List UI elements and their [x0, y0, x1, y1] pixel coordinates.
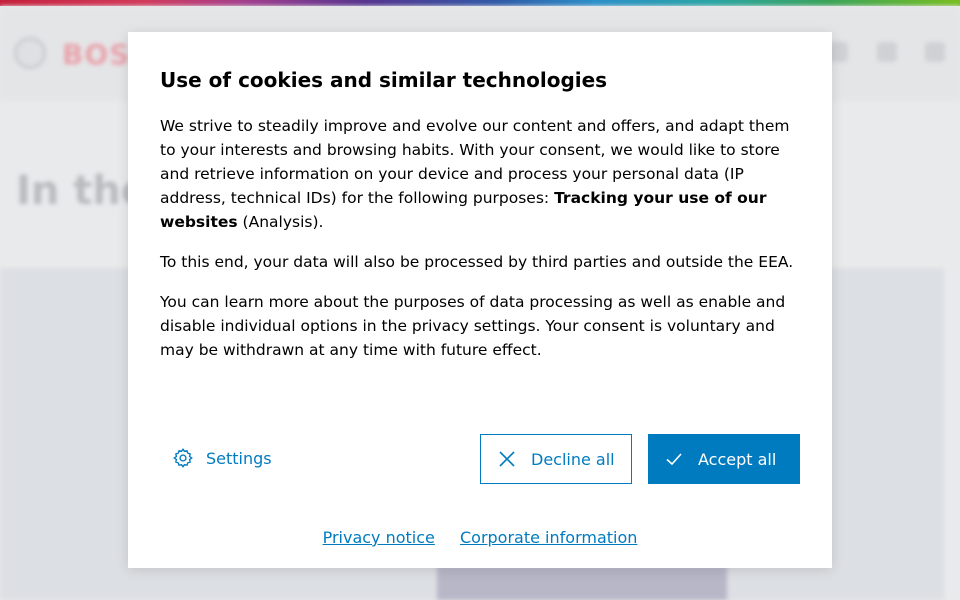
- gear-icon: [172, 447, 194, 469]
- background-hero-image: [437, 566, 727, 600]
- decline-all-button[interactable]: Decline all: [480, 434, 632, 484]
- close-icon: [497, 449, 517, 469]
- settings-label: Settings: [206, 448, 272, 468]
- settings-button[interactable]: Settings: [172, 434, 272, 482]
- cart-icon: [877, 42, 897, 62]
- accept-all-label: Accept all: [698, 449, 777, 469]
- consent-paragraph-third-parties: To this end, your data will also be proc…: [160, 253, 794, 271]
- dialog-title: Use of cookies and similar technologies: [160, 68, 608, 92]
- checkmark-icon: [664, 449, 684, 469]
- bosch-logo-icon: [14, 37, 46, 69]
- consent-paragraph-voluntary: You can learn more about the purposes of…: [160, 293, 786, 359]
- corporate-information-link[interactable]: Corporate information: [460, 528, 637, 547]
- menu-icon: [925, 42, 945, 62]
- purposes-tail: (Analysis).: [237, 213, 324, 231]
- dialog-body: We strive to steadily improve and evolve…: [160, 114, 800, 378]
- decline-all-label: Decline all: [531, 449, 615, 469]
- dialog-footer-links: Privacy notice Corporate information: [128, 528, 832, 547]
- accept-all-button[interactable]: Accept all: [648, 434, 800, 484]
- cookie-consent-dialog: Use of cookies and similar technologies …: [128, 32, 832, 568]
- privacy-notice-link[interactable]: Privacy notice: [323, 528, 435, 547]
- consent-paragraph-purposes: We strive to steadily improve and evolve…: [160, 114, 800, 234]
